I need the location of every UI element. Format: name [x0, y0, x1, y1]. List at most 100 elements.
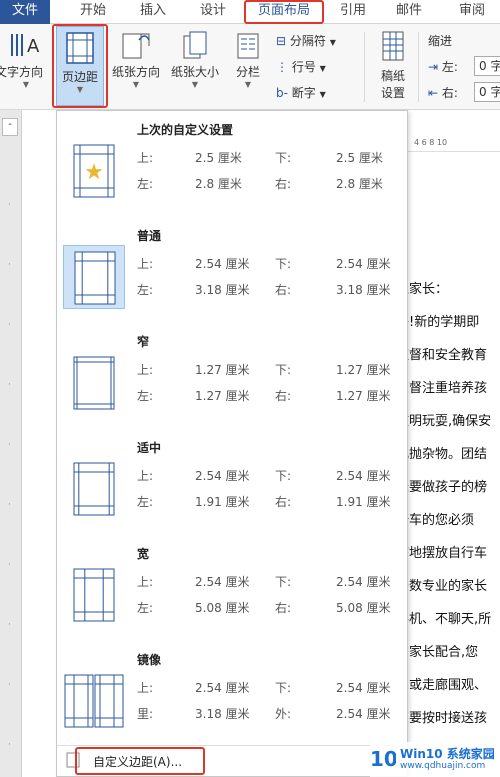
- margin-value: 3.18 厘米: [195, 283, 250, 297]
- breaks-icon: ⊟: [276, 34, 287, 48]
- tab-selector[interactable]: -: [2, 118, 18, 136]
- size-label: 纸张大小: [170, 65, 219, 79]
- margin-option-title: 窄: [137, 335, 150, 349]
- margin-side-label: 右:: [275, 601, 292, 615]
- margin-option-title: 适中: [137, 441, 162, 455]
- chevron-down-icon: ▼: [191, 80, 199, 89]
- custom-margins-button[interactable]: 自定义边距(A)...: [93, 753, 182, 770]
- margin-value: 2.54 厘米: [336, 469, 391, 483]
- document-line: 序地摆放自行车: [396, 546, 488, 561]
- text-direction-icon: A: [11, 34, 40, 57]
- tab-references[interactable]: 引用: [330, 0, 376, 24]
- tab-design[interactable]: 设计: [190, 0, 236, 24]
- normal-margin-icon: [63, 245, 125, 309]
- margin-side-label: 外:: [275, 707, 292, 721]
- document-line: 需家长配合,您: [396, 645, 479, 660]
- horizontal-ruler: 4 6 8 10: [408, 136, 500, 152]
- ribbon: A 文字方向 ▼ 页边距 ▼ 纸张方向 ▼ 纸张大小 ▼ 分栏 ▼ ⊟ 分隔符 …: [0, 24, 500, 110]
- breaks-button[interactable]: ⊟ 分隔符 ▼: [276, 32, 336, 49]
- margin-option[interactable]: 窄上: 1.27 厘米 下: 1.27 厘米 左: 1.27 厘米 右: 1.27 厘米: [57, 329, 407, 429]
- margin-side-label: 右:: [275, 495, 292, 509]
- hyphenation-label: 断字: [291, 86, 316, 100]
- tab-home[interactable]: 开始: [70, 0, 116, 24]
- margin-side-label: 左:: [137, 495, 154, 509]
- ribbon-separator: [418, 32, 419, 102]
- margin-option-title: 上次的自定义设置: [137, 123, 234, 137]
- margin-value: 2.54 厘米: [336, 707, 391, 721]
- margin-side-label: 上:: [137, 363, 154, 377]
- margin-option[interactable]: 宽上: 2.54 厘米 下: 2.54 厘米 左: 5.08 厘米 右: 5.08 厘米: [57, 541, 407, 641]
- line-numbers-button[interactable]: ⋮ 行号 ▼: [276, 58, 326, 75]
- indent-left-input[interactable]: 0 字: [474, 56, 500, 76]
- svg-text:★: ★: [84, 160, 104, 185]
- document-line: 长要做孩子的榜: [396, 480, 488, 495]
- custom-margins-icon: [66, 752, 80, 768]
- margin-side-label: 左:: [137, 177, 154, 191]
- margin-value: 1.27 厘米: [336, 363, 391, 377]
- star-page-icon: ★: [63, 139, 125, 203]
- paper-size-icon: [183, 31, 207, 59]
- windows-logo-icon: 10: [370, 747, 396, 771]
- svg-text:A: A: [27, 36, 40, 57]
- margin-side-label: 下:: [275, 363, 292, 377]
- indent-right-input[interactable]: 0 字: [474, 82, 500, 102]
- indent-left-label: ⇥ 左:: [428, 58, 458, 75]
- margin-side-label: 上:: [137, 681, 154, 695]
- vertical-ruler: - · · · · · · · · · ·: [0, 110, 22, 777]
- orientation-button[interactable]: 纸张方向 ▼: [108, 30, 164, 106]
- margin-value: 2.54 厘米: [195, 575, 250, 589]
- tab-file[interactable]: 文件: [0, 0, 50, 24]
- margins-button[interactable]: 页边距 ▼: [56, 26, 104, 106]
- document-line: 乱抛杂物。团结: [396, 447, 488, 462]
- document-area[interactable]: 4 6 8 10 位家长： 子!新的学期即 监督和安全教育 您督注重培养孩 文明玩耍,确…: [396, 110, 500, 777]
- document-line: 口或走廊围观、: [396, 678, 488, 693]
- chevron-down-icon: ▼: [132, 80, 140, 89]
- margin-value: 2.5 厘米: [336, 151, 383, 165]
- text-direction-button[interactable]: A 文字方向 ▼: [0, 30, 52, 106]
- indent-right-text: 右:: [441, 86, 458, 100]
- indent-left-icon: ⇥: [428, 60, 439, 74]
- line-numbers-label: 行号: [291, 60, 316, 74]
- document-line: 手机、不聊天,所: [396, 612, 492, 627]
- tab-insert[interactable]: 插入: [130, 0, 176, 24]
- columns-icon: [237, 33, 259, 59]
- margin-option[interactable]: 镜像 上: 2.54 厘米 下: 2.54 厘米 里: 3.18 厘米 外: 2.54 厘米: [57, 647, 407, 747]
- margin-option[interactable]: 上次的自定义设置 ★ 上: 2.5 厘米 下: 2.5 厘米 左: 2.8 厘米 右: 2.8 厘…: [57, 117, 407, 217]
- ribbon-tab-bar: 文件 开始 插入 设计 页面布局 引用 邮件 审阅: [0, 0, 500, 24]
- margin-side-label: 下:: [275, 681, 292, 695]
- margins-icon: [66, 32, 94, 64]
- narrow-margin-icon: [63, 351, 125, 415]
- size-button[interactable]: 纸张大小 ▼: [166, 30, 224, 106]
- margin-value: 2.54 厘米: [336, 257, 391, 271]
- margin-option-title: 宽: [137, 547, 150, 561]
- hyphenation-button[interactable]: b- 断字 ▼: [276, 84, 326, 101]
- manuscript-settings-button[interactable]: 稿纸 设置: [372, 30, 414, 106]
- margin-option[interactable]: 适中 上: 2.54 厘米 下: 2.54 厘米 左: 1.91 厘米 右: 1.91 厘米: [57, 435, 407, 535]
- line-numbers-icon: ⋮: [276, 60, 288, 74]
- margin-option[interactable]: 普通 上: 2.54 厘米 下: 2.54 厘米 左: 3.18 厘米 右: 3.18 厘米: [57, 223, 407, 323]
- margin-side-label: 下:: [275, 469, 292, 483]
- breaks-label: 分隔符: [289, 34, 326, 48]
- document-line: 监督和安全教育: [396, 348, 488, 363]
- margin-value: 5.08 厘米: [336, 601, 391, 615]
- margin-side-label: 左:: [137, 283, 154, 297]
- indent-title: 缩进: [428, 34, 453, 48]
- columns-button[interactable]: 分栏 ▼: [228, 30, 268, 106]
- tab-review[interactable]: 审阅: [444, 0, 500, 24]
- tab-mailings[interactable]: 邮件: [386, 0, 432, 24]
- margin-side-label: 右:: [275, 177, 292, 191]
- margin-value: 2.54 厘米: [336, 575, 391, 589]
- wide-margin-icon: [63, 563, 125, 627]
- document-line: 子!新的学期即: [396, 315, 480, 330]
- mirrored-margin-icon: [63, 669, 125, 733]
- chevron-down-icon: ▼: [22, 80, 30, 89]
- margin-value: 2.8 厘米: [336, 177, 383, 191]
- manuscript-label-1: 稿纸: [380, 69, 405, 83]
- tab-page-layout[interactable]: 页面布局: [246, 0, 322, 24]
- margin-value: 2.54 厘米: [336, 681, 391, 695]
- ribbon-separator: [364, 32, 365, 102]
- margin-value: 1.27 厘米: [195, 363, 250, 377]
- svg-text:10: 10: [370, 747, 396, 771]
- margin-value: 2.5 厘米: [195, 151, 242, 165]
- margin-option-title: 镜像: [137, 653, 162, 667]
